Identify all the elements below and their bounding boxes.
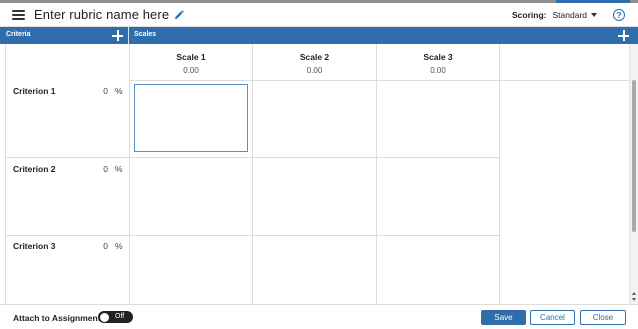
percent-sign: % [115, 241, 123, 251]
toggle-knob [99, 312, 109, 322]
scale-name: Scale 3 [423, 52, 453, 62]
percent-sign: % [115, 86, 123, 96]
help-icon[interactable]: ? [613, 9, 625, 21]
criterion-name-2[interactable]: Criterion 2 [13, 164, 56, 174]
scale-header-3[interactable]: Scale 3 0.00 [377, 44, 499, 80]
rubric-footer: Attach to Assignment Off Save Cancel Clo… [0, 304, 638, 329]
criterion-percent-3[interactable]: 0 [92, 241, 108, 251]
hamburger-menu-icon[interactable] [12, 9, 25, 20]
toggle-state-text: Off [115, 313, 125, 320]
rubric-name-title[interactable]: Enter rubric name here [34, 7, 169, 22]
scoring-group: Scoring: Standard ? [512, 3, 625, 27]
add-scale-plus-icon[interactable] [617, 29, 630, 42]
rubric-cell[interactable] [253, 158, 376, 235]
criterion-percent-1[interactable]: 0 [92, 86, 108, 96]
scale-name: Scale 1 [176, 52, 206, 62]
section-bar: Criteria Scales [0, 27, 638, 44]
scales-section-label: Scales [134, 31, 157, 38]
section-divider [128, 27, 129, 44]
close-button[interactable]: Close [580, 310, 626, 325]
rubric-cell-selected[interactable] [134, 84, 248, 152]
add-criterion-plus-icon[interactable] [111, 29, 124, 42]
percent-sign: % [115, 164, 123, 174]
pencil-icon[interactable] [174, 9, 185, 20]
caret-down-icon [591, 13, 597, 17]
scoring-label: Scoring: [512, 10, 547, 20]
scale-points: 0.00 [430, 66, 446, 75]
scale-header-2[interactable]: Scale 2 0.00 [253, 44, 376, 80]
vertical-scrollbar[interactable] [629, 44, 638, 304]
scrollbar-thumb[interactable] [632, 80, 636, 232]
attach-to-assignment-label: Attach to Assignment [13, 313, 101, 323]
rubric-grid: Scale 1 0.00 Scale 2 0.00 Scale 3 0.00 C… [5, 44, 629, 304]
rubric-cell[interactable] [130, 158, 252, 235]
scoring-value: Standard [552, 10, 588, 20]
rubric-cell[interactable] [253, 81, 376, 157]
scale-name: Scale 2 [299, 52, 330, 62]
rubric-cell[interactable] [377, 81, 499, 157]
grid-vline [499, 44, 500, 304]
cancel-button[interactable]: Cancel [530, 310, 575, 325]
save-button[interactable]: Save [481, 310, 526, 325]
criteria-section-label: Criteria [6, 31, 31, 38]
rubric-cell[interactable] [253, 236, 376, 304]
scroll-up-arrow-icon[interactable] [632, 292, 636, 295]
scroll-down-arrow-icon[interactable] [632, 298, 636, 301]
scale-points: 0.00 [183, 66, 199, 75]
rubric-cell[interactable] [130, 236, 252, 304]
scoring-dropdown[interactable]: Standard [552, 10, 597, 20]
rubric-header: Enter rubric name here Scoring: Standard… [0, 3, 638, 27]
attach-toggle[interactable]: Off [98, 311, 133, 323]
rubric-cell[interactable] [377, 236, 499, 304]
scale-points: 0.00 [306, 66, 323, 75]
scale-header-1[interactable]: Scale 1 0.00 [130, 44, 252, 80]
criterion-name-3[interactable]: Criterion 3 [13, 241, 56, 251]
criterion-name-1[interactable]: Criterion 1 [13, 86, 56, 96]
criterion-percent-2[interactable]: 0 [92, 164, 108, 174]
rubric-cell[interactable] [377, 158, 499, 235]
